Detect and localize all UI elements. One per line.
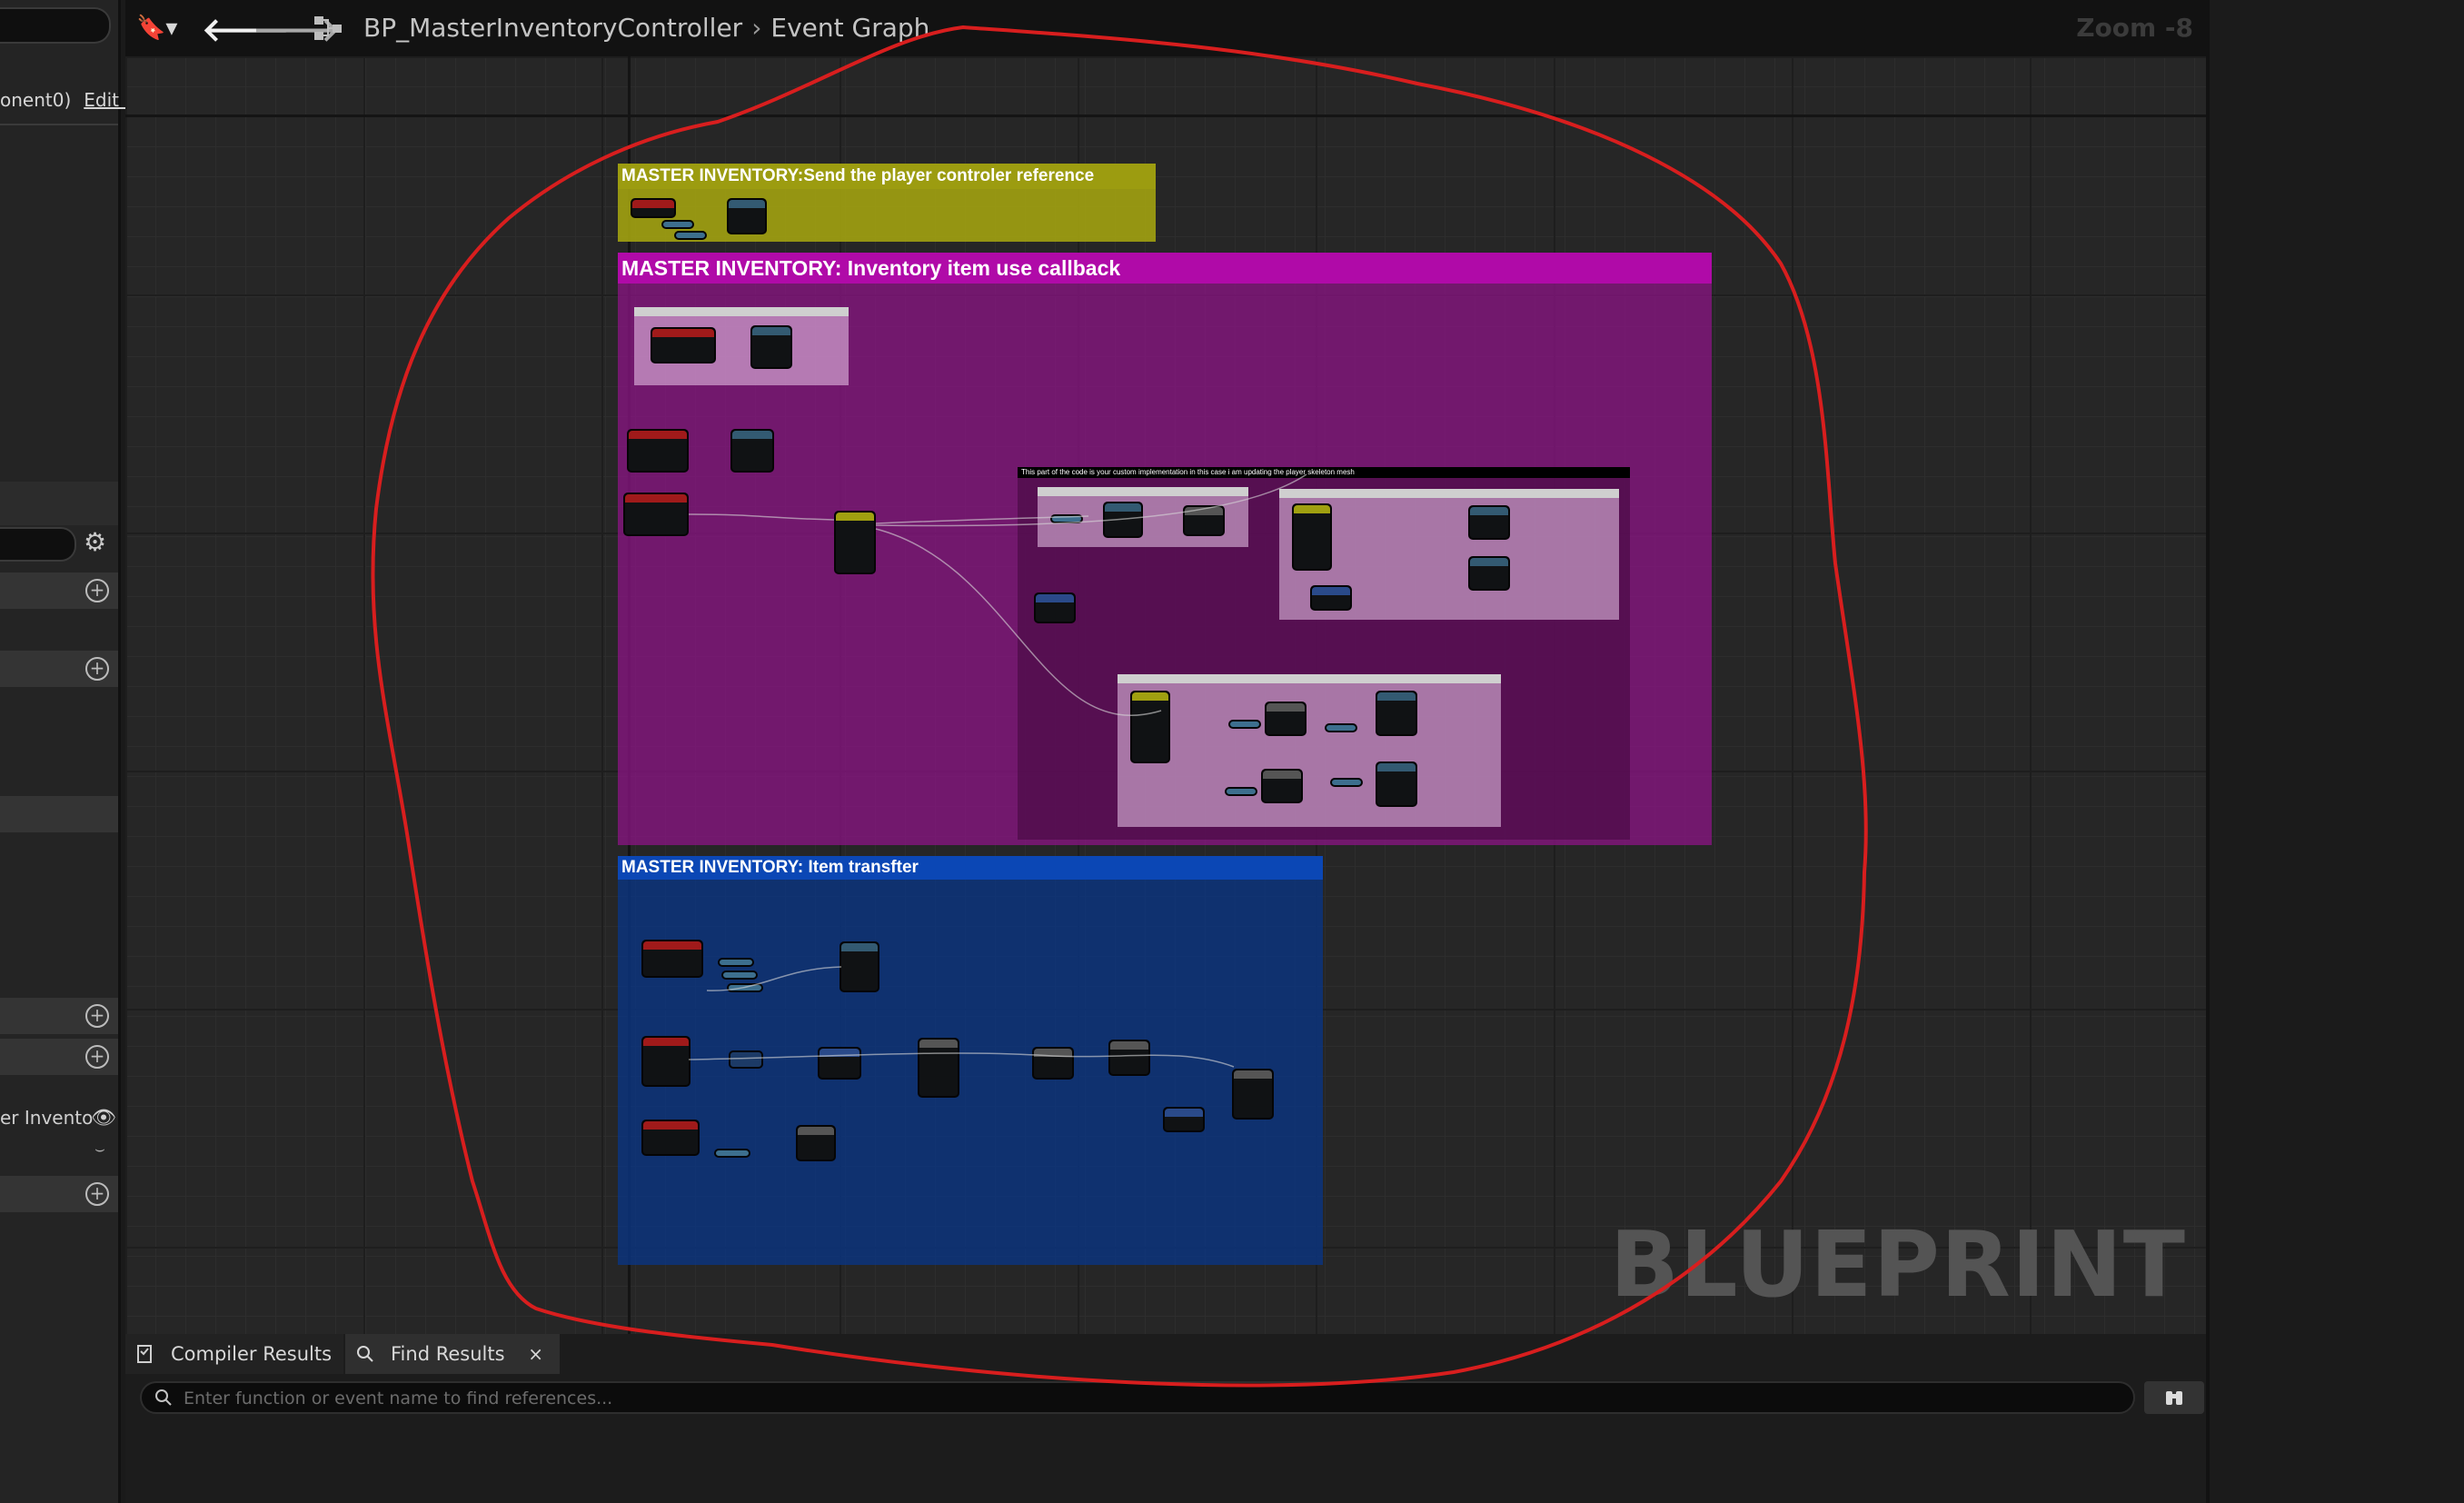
search-icon — [155, 1389, 172, 1406]
tab-label: Compiler Results — [171, 1343, 333, 1365]
local-variables-section[interactable]: + — [0, 1176, 118, 1212]
bookmark-icon[interactable]: 🔖▾ — [136, 15, 177, 42]
tab-label: Find Results — [391, 1343, 505, 1365]
eye-icon[interactable]: 👁 — [91, 1107, 116, 1130]
variable-item-label[interactable]: er Invento — [0, 1107, 93, 1129]
zoom-level: Zoom -8 — [2076, 13, 2193, 43]
tab-find-results[interactable]: Find Results × — [345, 1334, 560, 1374]
right-empty-panel — [2206, 0, 2464, 1503]
edit-in-blueprint-link[interactable]: Edit i — [84, 89, 130, 111]
breadcrumb: BP_MasterInventoryController › Event Graph — [363, 13, 929, 43]
add-function-icon[interactable]: + — [85, 657, 109, 681]
panel-section-header — [0, 482, 118, 525]
close-icon[interactable]: × — [528, 1334, 543, 1374]
graph-canvas[interactable]: MASTER INVENTORY:Send the player control… — [125, 56, 2206, 1334]
chevron-right-icon: › — [751, 13, 762, 43]
node-wires — [688, 473, 1307, 1068]
find-references-field[interactable] — [140, 1381, 2135, 1414]
my-blueprint-search-input[interactable] — [0, 527, 76, 562]
event-dispatchers-section[interactable]: + — [0, 1039, 118, 1075]
binoculars-icon — [2166, 1391, 2182, 1405]
event-graph-icon — [314, 16, 342, 40]
add-local-variable-icon[interactable]: + — [85, 1182, 109, 1206]
details-panel: onent0) Edit i ⚙ + + + + er Invento 👁 ⌣ + — [0, 0, 130, 1503]
graph-toolbar: 🔖▾ 🡐 🡒 BP_MasterInventoryController › Even… — [125, 0, 2206, 56]
chevron-down-icon[interactable]: ⌣ — [94, 1140, 105, 1159]
variables-section[interactable]: + — [0, 998, 118, 1034]
search-icon — [357, 1346, 373, 1362]
add-variable-icon[interactable]: + — [85, 1004, 109, 1028]
bottom-panel: Compiler Results Find Results × — [125, 1334, 2206, 1503]
graphs-section[interactable]: + — [0, 572, 118, 609]
divider — [0, 124, 118, 125]
breadcrumb-blueprint[interactable]: BP_MasterInventoryController — [363, 13, 742, 43]
add-dispatcher-icon[interactable]: + — [85, 1045, 109, 1069]
functions-section[interactable]: + — [0, 651, 118, 687]
find-references-input[interactable] — [182, 1385, 2093, 1412]
component-label: onent0) Edit i — [0, 89, 130, 111]
blueprint-watermark: BLUEPRINT — [1609, 1211, 2186, 1318]
tab-compiler-results[interactable]: Compiler Results — [125, 1334, 343, 1374]
details-search-input[interactable] — [0, 7, 111, 44]
compiler-results-icon — [137, 1345, 152, 1363]
macros-section[interactable] — [0, 796, 118, 832]
binoculars-button[interactable] — [2144, 1381, 2204, 1414]
breadcrumb-graph[interactable]: Event Graph — [770, 13, 929, 43]
gear-icon[interactable]: ⚙ — [84, 529, 106, 556]
add-graph-icon[interactable]: + — [85, 579, 109, 602]
